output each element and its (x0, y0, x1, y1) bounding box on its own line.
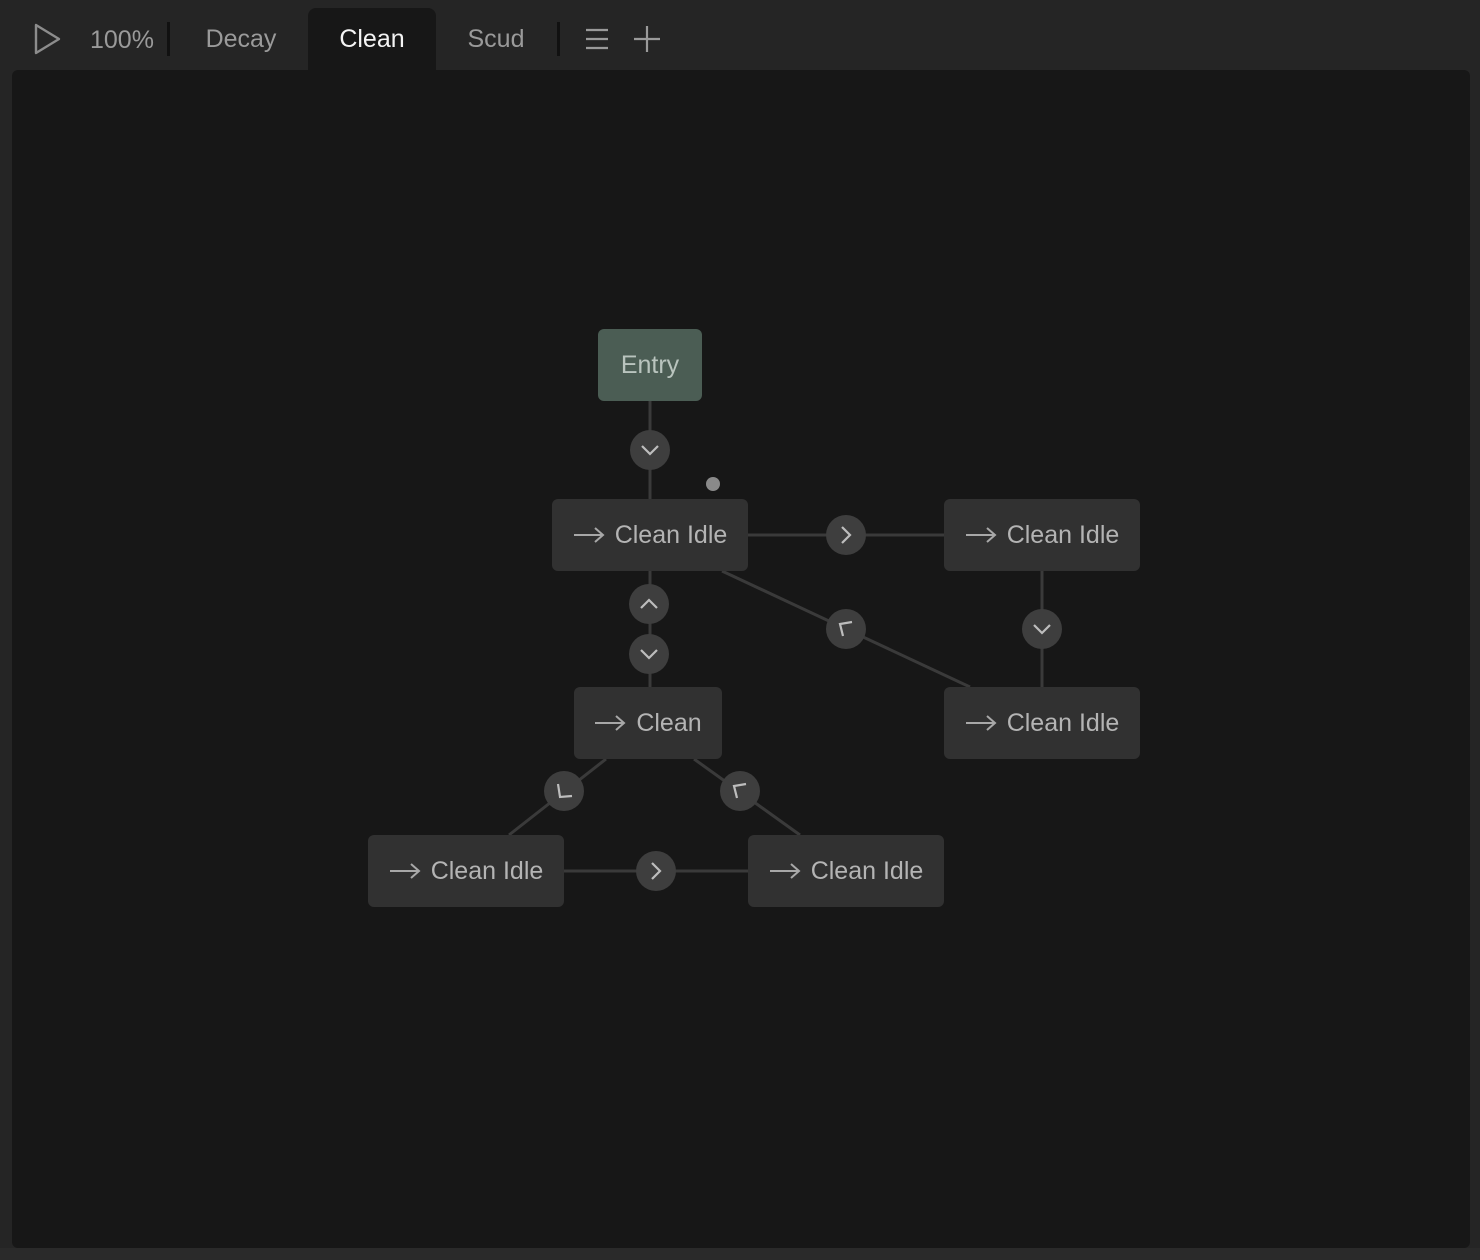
state-node-clean-idle[interactable]: Clean Idle (748, 835, 944, 907)
node-label: Clean Idle (1006, 708, 1120, 737)
bottom-border (0, 1248, 1480, 1260)
chevron-up-left-icon (838, 620, 853, 637)
chevron-up-left-icon (732, 782, 747, 799)
state-node-clean[interactable]: Clean (574, 687, 722, 759)
menu-icon (586, 28, 608, 50)
tab-label: Decay (205, 24, 277, 53)
chevron-down-icon (641, 445, 659, 456)
arrow-right-icon (595, 715, 626, 731)
node-label: Clean Idle (430, 856, 544, 885)
transition-badge[interactable] (720, 771, 760, 811)
arrow-right-icon (769, 863, 801, 879)
plus-icon (634, 26, 660, 52)
tab-decay[interactable]: Decay (178, 8, 304, 70)
state-node-clean-idle[interactable]: Clean Idle (368, 835, 564, 907)
node-label: Entry (620, 350, 680, 379)
transition-badge[interactable] (826, 609, 866, 649)
node-label: Clean (636, 708, 702, 737)
graph-canvas[interactable]: Entry Clean Idle Clean Idle Clean Idle C… (12, 70, 1470, 1248)
transition-badge[interactable] (544, 771, 584, 811)
connection-handle-dot[interactable] (706, 477, 720, 491)
transition-badge[interactable] (826, 515, 866, 555)
play-button[interactable] (26, 18, 68, 60)
tab-label: Scud (467, 24, 525, 53)
transition-badge[interactable] (1022, 609, 1062, 649)
node-label: Clean Idle (810, 856, 924, 885)
tab-clean[interactable]: Clean (308, 8, 436, 70)
toolbar: 100% Decay Clean Scud (0, 0, 1480, 70)
state-node-clean-idle[interactable]: Clean Idle (944, 499, 1140, 571)
arrow-right-icon (965, 527, 997, 543)
chevron-down-icon (1033, 624, 1051, 635)
transition-badge[interactable] (629, 634, 669, 674)
add-tab-button[interactable] (626, 18, 668, 60)
zoom-level[interactable]: 100% (84, 20, 160, 60)
tab-label: Clean (339, 24, 405, 53)
arrow-right-icon (965, 715, 997, 731)
chevron-right-icon (651, 862, 662, 880)
toolbar-divider (557, 22, 560, 56)
chevron-right-icon (841, 526, 852, 544)
chevron-down-icon (640, 649, 658, 660)
state-node-clean-idle[interactable]: Clean Idle (944, 687, 1140, 759)
arrow-right-icon (389, 863, 421, 879)
transition-badge[interactable] (629, 584, 669, 624)
play-icon (34, 23, 61, 55)
state-node-clean-idle[interactable]: Clean Idle (552, 499, 748, 571)
tab-scud[interactable]: Scud (440, 8, 552, 70)
arrow-right-icon (573, 527, 605, 543)
chevron-down-left-icon (556, 783, 573, 799)
toolbar-divider (167, 22, 170, 56)
chevron-up-icon (640, 598, 658, 609)
node-label: Clean Idle (614, 520, 728, 549)
transition-badge[interactable] (636, 851, 676, 891)
node-label: Clean Idle (1006, 520, 1120, 549)
entry-node[interactable]: Entry (598, 329, 702, 401)
menu-button[interactable] (576, 18, 618, 60)
edges-layer (508, 401, 1044, 873)
transition-badge[interactable] (630, 430, 670, 470)
